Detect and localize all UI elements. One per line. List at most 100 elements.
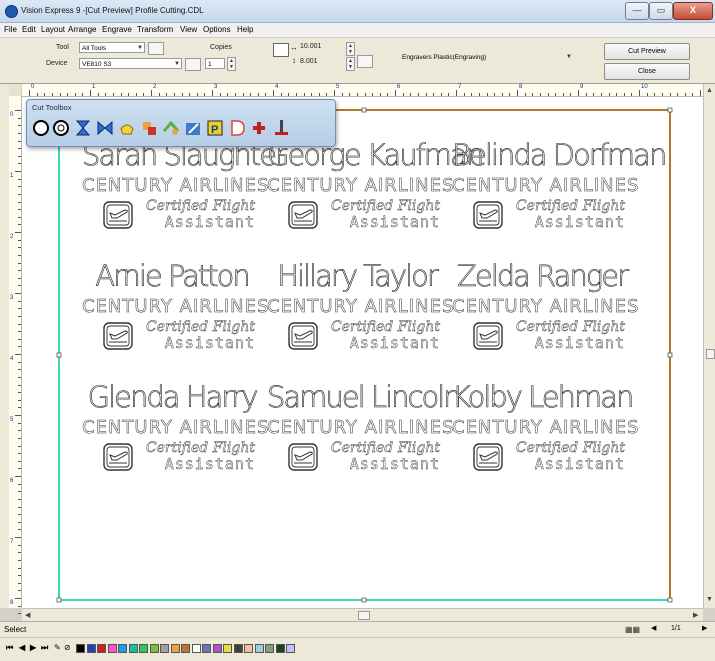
red-tool-icon[interactable] — [250, 119, 268, 137]
pencil-icon[interactable] — [184, 119, 202, 137]
name-badge[interactable]: Arnie Patton CENTURY AIRLINES Certified Fl… — [82, 260, 269, 375]
selection-handle[interactable] — [361, 107, 367, 113]
cut-toolbox[interactable]: Cut Toolbox P — [26, 99, 336, 147]
horizontal-scrollbar[interactable]: ◀ ▶ — [22, 608, 703, 621]
material-select[interactable]: Engravers Plastic(Engraving) ▼ — [400, 52, 580, 63]
ruler-corner[interactable] — [9, 84, 21, 96]
scroll-down-icon[interactable]: ▼ — [706, 596, 713, 603]
menu-arrange[interactable]: Arrange — [68, 25, 96, 34]
name-badge[interactable]: Zelda Ranger CENTURY AIRLINES Certified Fl… — [452, 260, 639, 375]
ruler-mark-label: 5 — [336, 84, 340, 90]
color-swatch[interactable] — [160, 644, 169, 653]
color-swatch[interactable] — [118, 644, 127, 653]
scroll-thumb[interactable] — [358, 611, 370, 620]
height-value[interactable]: 8.001 — [300, 58, 318, 65]
close-window-button[interactable]: X — [673, 2, 713, 20]
yellow-shape-icon[interactable] — [118, 119, 136, 137]
menu-file[interactable]: File — [4, 25, 17, 34]
ruler-tick — [623, 93, 625, 96]
selection-handle[interactable] — [56, 597, 62, 603]
next-page-icon[interactable]: ▶ — [702, 624, 707, 632]
scroll-left-icon[interactable]: ◀ — [25, 611, 30, 619]
menu-edit[interactable]: Edit — [22, 25, 36, 34]
bowtie-icon[interactable] — [96, 119, 114, 137]
maximize-button[interactable]: ▭ — [649, 2, 673, 20]
name-badge[interactable]: George Kaufman CENTURY AIRLINES Certified … — [267, 139, 485, 254]
prev-icon[interactable]: ◀ — [19, 643, 25, 652]
color-swatch[interactable] — [97, 644, 106, 653]
tool-options-button[interactable] — [148, 42, 164, 55]
color-swatch[interactable] — [149, 644, 159, 653]
name-badge[interactable]: Samuel Lincoln CENTURY AIRLINES Certified … — [267, 381, 462, 496]
design-canvas[interactable]: Sarah Slaughter CENTURY AIRLINES Certified… — [22, 97, 703, 608]
green-arrow-icon[interactable] — [162, 119, 180, 137]
menu-view[interactable]: View — [180, 25, 197, 34]
menu-options[interactable]: Options — [203, 25, 231, 34]
color-swatch[interactable] — [223, 644, 232, 653]
menu-engrave[interactable]: Engrave — [102, 25, 132, 34]
width-spinner[interactable]: ▲ ▼ — [346, 42, 355, 56]
toolbar: Tool All Tools ▼ Device VE810 S3 ▼ Copie… — [0, 38, 715, 84]
menu-transform[interactable]: Transform — [137, 25, 173, 34]
height-spinner[interactable]: ▲ ▼ — [346, 57, 355, 71]
selection-handle[interactable] — [667, 597, 673, 603]
stamp-icon[interactable] — [140, 119, 158, 137]
copies-input[interactable]: 1 — [205, 58, 225, 69]
p-symbol-icon[interactable]: P — [206, 119, 224, 137]
selection-handle[interactable] — [56, 352, 62, 358]
minimize-button[interactable]: — — [625, 2, 649, 20]
color-swatch[interactable] — [275, 644, 285, 653]
color-swatch[interactable] — [107, 644, 117, 653]
color-swatch[interactable] — [191, 644, 201, 653]
color-swatch[interactable] — [265, 644, 274, 653]
name-badge[interactable]: Belinda Dorfman CENTURY AIRLINES Certified… — [452, 139, 668, 254]
page-nav-icon[interactable]: ▦▦ — [625, 625, 640, 634]
name-badge[interactable]: Glenda Harry CENTURY AIRLINES Certified Fl… — [82, 381, 269, 496]
color-swatch[interactable] — [244, 644, 253, 653]
close-button[interactable]: Close — [604, 63, 690, 80]
name-badge[interactable]: Hillary Taylor CENTURY AIRLINES Certified … — [267, 260, 454, 375]
color-swatch[interactable] — [202, 644, 211, 653]
d-shape-icon[interactable] — [228, 119, 246, 137]
scroll-thumb[interactable] — [706, 349, 715, 359]
vertical-ruler[interactable]: 0 1 2 3 4 5 6 7 8 — [9, 96, 22, 622]
color-swatch[interactable] — [76, 644, 85, 653]
name-badge[interactable]: Kolby Lehman CENTURY AIRLINES Certified Fl… — [452, 381, 639, 496]
color-swatch[interactable] — [86, 644, 96, 653]
color-swatch[interactable] — [286, 644, 295, 653]
color-swatch[interactable] — [128, 644, 138, 653]
color-swatch[interactable] — [170, 644, 180, 653]
first-icon[interactable]: ⏮ — [6, 643, 13, 653]
prev-page-icon[interactable]: ◀ — [651, 624, 656, 632]
next-icon[interactable]: ▶ — [30, 643, 36, 652]
menu-help[interactable]: Help — [237, 25, 253, 34]
selection-handle[interactable] — [361, 597, 367, 603]
copies-spinner[interactable]: ▲ ▼ — [227, 57, 236, 71]
color-swatch[interactable] — [254, 644, 264, 653]
selection-handle[interactable] — [667, 107, 673, 113]
scroll-up-icon[interactable]: ▲ — [706, 87, 713, 94]
color-swatch[interactable] — [139, 644, 148, 653]
selection-handle[interactable] — [667, 352, 673, 358]
name-badge[interactable]: Sarah Slaughter CENTURY AIRLINES Certified… — [82, 139, 288, 254]
device-options-button[interactable] — [185, 58, 201, 71]
menu-layout[interactable]: Layout — [41, 25, 65, 34]
lock-ratio-button[interactable] — [357, 55, 373, 68]
hourglass-icon[interactable] — [74, 119, 92, 137]
pencil-tool-icon[interactable]: ✎ — [54, 643, 61, 652]
device-select[interactable]: VE810 S3 ▼ — [79, 58, 182, 69]
no-color-icon[interactable]: ⊘ — [64, 643, 71, 652]
last-icon[interactable]: ⏭ — [41, 643, 48, 653]
double-circle-cut-icon[interactable] — [52, 119, 70, 137]
tool-select[interactable]: All Tools ▼ — [79, 42, 145, 53]
scroll-right-icon[interactable]: ▶ — [693, 611, 698, 619]
color-swatch[interactable] — [212, 644, 222, 653]
horizontal-ruler[interactable]: 0 1 2 3 4 5 6 7 8 9 10 — [22, 84, 709, 97]
router-bit-icon[interactable] — [272, 119, 290, 137]
color-swatch[interactable] — [233, 644, 243, 653]
vertical-scrollbar[interactable]: ▲ ▼ — [703, 84, 715, 608]
cut-preview-button[interactable]: Cut Preview — [604, 43, 690, 60]
color-swatch[interactable] — [181, 644, 190, 653]
width-value[interactable]: 10.001 — [300, 43, 321, 50]
circle-cut-icon[interactable] — [32, 119, 50, 137]
